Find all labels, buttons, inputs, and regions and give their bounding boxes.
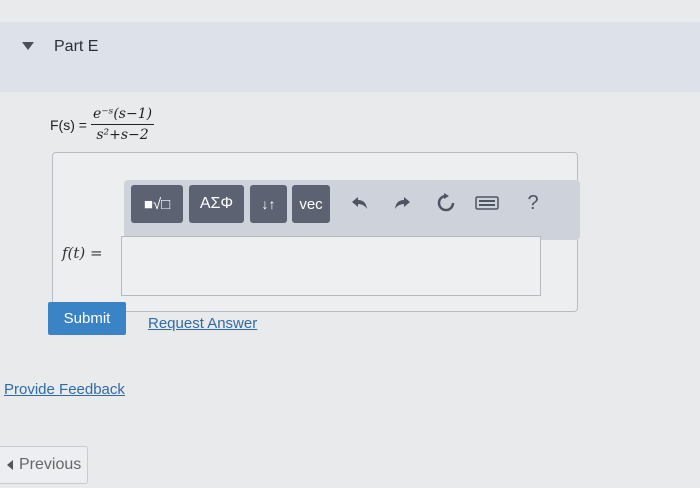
answer-input[interactable] [121,236,541,296]
submit-button[interactable]: Submit [48,302,126,335]
part-title: Part E [54,38,99,55]
chevron-left-icon [7,460,13,470]
previous-button[interactable]: Previous [0,446,88,484]
greek-symbols-button[interactable]: AΣΦ [189,185,244,223]
undo-icon[interactable] [347,190,373,216]
reset-icon[interactable] [433,190,459,216]
vec-button[interactable]: vec [292,185,330,223]
request-answer-link[interactable]: Request Answer [148,315,257,332]
help-icon[interactable]: ? [520,190,546,216]
function-lhs: F(s) = [50,116,87,133]
fraction-numerator: e⁻ˢ(s−1) [90,106,155,125]
previous-label: Previous [19,456,82,473]
redo-icon[interactable] [389,190,415,216]
caret-down-icon[interactable] [22,42,34,50]
arrows-button[interactable]: ↓↑ [250,185,287,223]
keyboard-icon[interactable] [474,190,500,216]
function-fraction: e⁻ˢ(s−1) s²+s−2 [90,106,155,143]
provide-feedback-link[interactable]: Provide Feedback [4,381,125,398]
problem-statement: F(s) = e⁻ˢ(s−1) s²+s−2 [50,106,155,143]
templates-button[interactable]: ■√□ [131,185,183,223]
part-header[interactable]: Part E [0,22,700,92]
fraction-denominator: s²+s−2 [96,127,149,143]
answer-label: f(t) = [62,244,103,262]
